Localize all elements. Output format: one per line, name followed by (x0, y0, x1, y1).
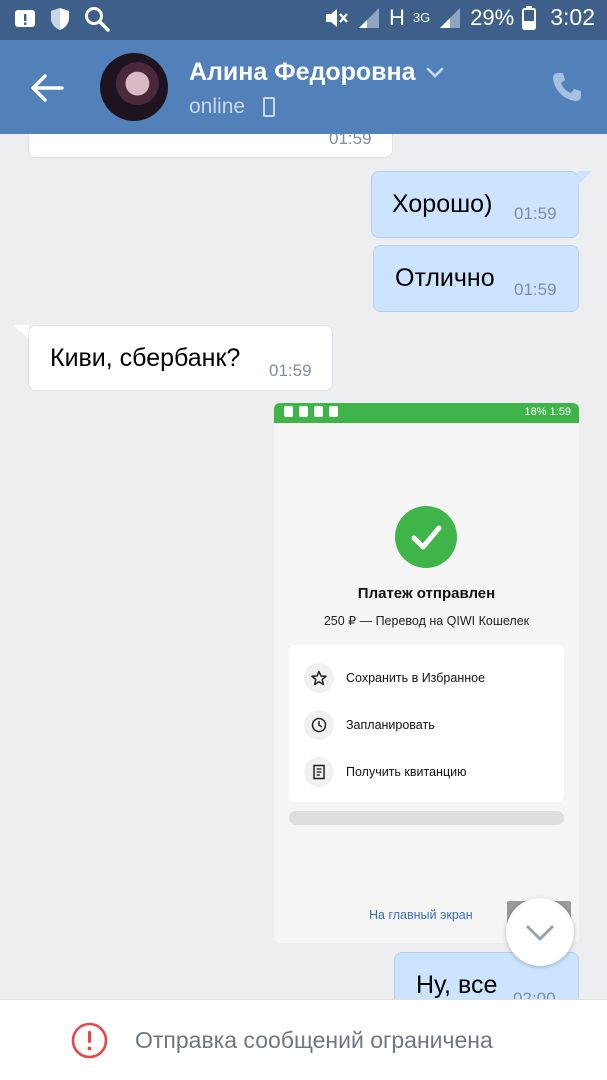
placeholder-bar (289, 811, 564, 825)
network-h-label: H (388, 4, 405, 30)
avatar[interactable] (100, 53, 168, 121)
signal-icon-2 (440, 7, 461, 28)
message-time: 01:59 (329, 134, 372, 148)
message-list[interactable]: 01:59 Хорошо) 01:59 Отлично 01:59 Киви, … (0, 134, 607, 999)
mute-icon (325, 8, 348, 27)
chat-header: Алина Федоровна online (0, 40, 607, 134)
status-bar: H 3G 29% 3:02 (0, 0, 607, 40)
action-schedule: Запланировать (304, 708, 435, 742)
notification-icon (15, 10, 35, 27)
receipt-icon (304, 757, 334, 787)
attachment-status-text: 18% 1:59 (524, 406, 571, 418)
chevron-down-icon (526, 925, 554, 941)
scroll-down-button[interactable] (506, 898, 574, 966)
home-screen-link: На главный экран (369, 908, 473, 922)
message-bubble-outgoing[interactable]: Хорошо) 01:59 (371, 171, 579, 238)
star-icon (304, 663, 334, 693)
message-time: 01:59 (514, 204, 557, 223)
payment-subtitle: 250 ₽ — Перевод на QIWI Кошелек (323, 614, 530, 628)
action-receipt: Получить квитанцию (304, 755, 466, 789)
messaging-restricted-banner: Отправка сообщений ограничена (0, 999, 607, 1080)
bubble-tail (578, 171, 592, 185)
clock-icon (304, 710, 334, 740)
message-time: 02:00 (513, 989, 556, 999)
message-text: Отлично (395, 264, 495, 292)
chevron-down-icon[interactable] (425, 66, 445, 80)
contact-status: online (189, 95, 246, 118)
message-text: Ну, все (416, 971, 498, 999)
battery-icon (522, 5, 537, 30)
contact-name[interactable]: Алина Федоровна (189, 58, 416, 87)
message-bubble-outgoing[interactable]: Отлично 01:59 (373, 245, 579, 312)
warning-icon (71, 1022, 108, 1059)
payment-title: Платеж отправлен (357, 585, 496, 602)
clock: 3:02 (550, 4, 595, 30)
message-time: 01:59 (269, 361, 312, 380)
message-time: 01:59 (514, 280, 557, 299)
action-label: Сохранить в Избранное (346, 671, 486, 685)
search-icon (85, 7, 110, 32)
image-attachment[interactable]: 18% 1:59 Платеж отправлен 250 ₽ — Перево… (274, 403, 579, 943)
battery-percent: 29% (470, 4, 515, 30)
message-text: Хорошо) (392, 190, 493, 218)
action-label: Запланировать (346, 718, 435, 732)
restriction-notice: Отправка сообщений ограничена (135, 1027, 493, 1053)
attachment-status-bar: 18% 1:59 (274, 403, 579, 423)
action-save-favorite: Сохранить в Избранное (304, 661, 485, 695)
phone-call-icon[interactable] (550, 70, 584, 104)
shield-icon (51, 8, 69, 30)
message-bubble-incoming[interactable]: 01:59 (28, 134, 393, 158)
message-text: Киви, сбербанк? (50, 344, 241, 372)
checkmark-icon (395, 506, 457, 568)
message-bubble-incoming[interactable]: Киви, сбербанк? 01:59 (28, 325, 333, 391)
signal-icon (358, 7, 379, 28)
mobile-device-icon (263, 97, 275, 117)
actions-card: Сохранить в Избранное Запланировать Полу… (289, 645, 564, 802)
bubble-tail (13, 325, 29, 339)
back-arrow-icon[interactable] (28, 68, 68, 108)
network-3g-label: 3G (412, 10, 431, 25)
action-label: Получить квитанцию (346, 765, 467, 779)
